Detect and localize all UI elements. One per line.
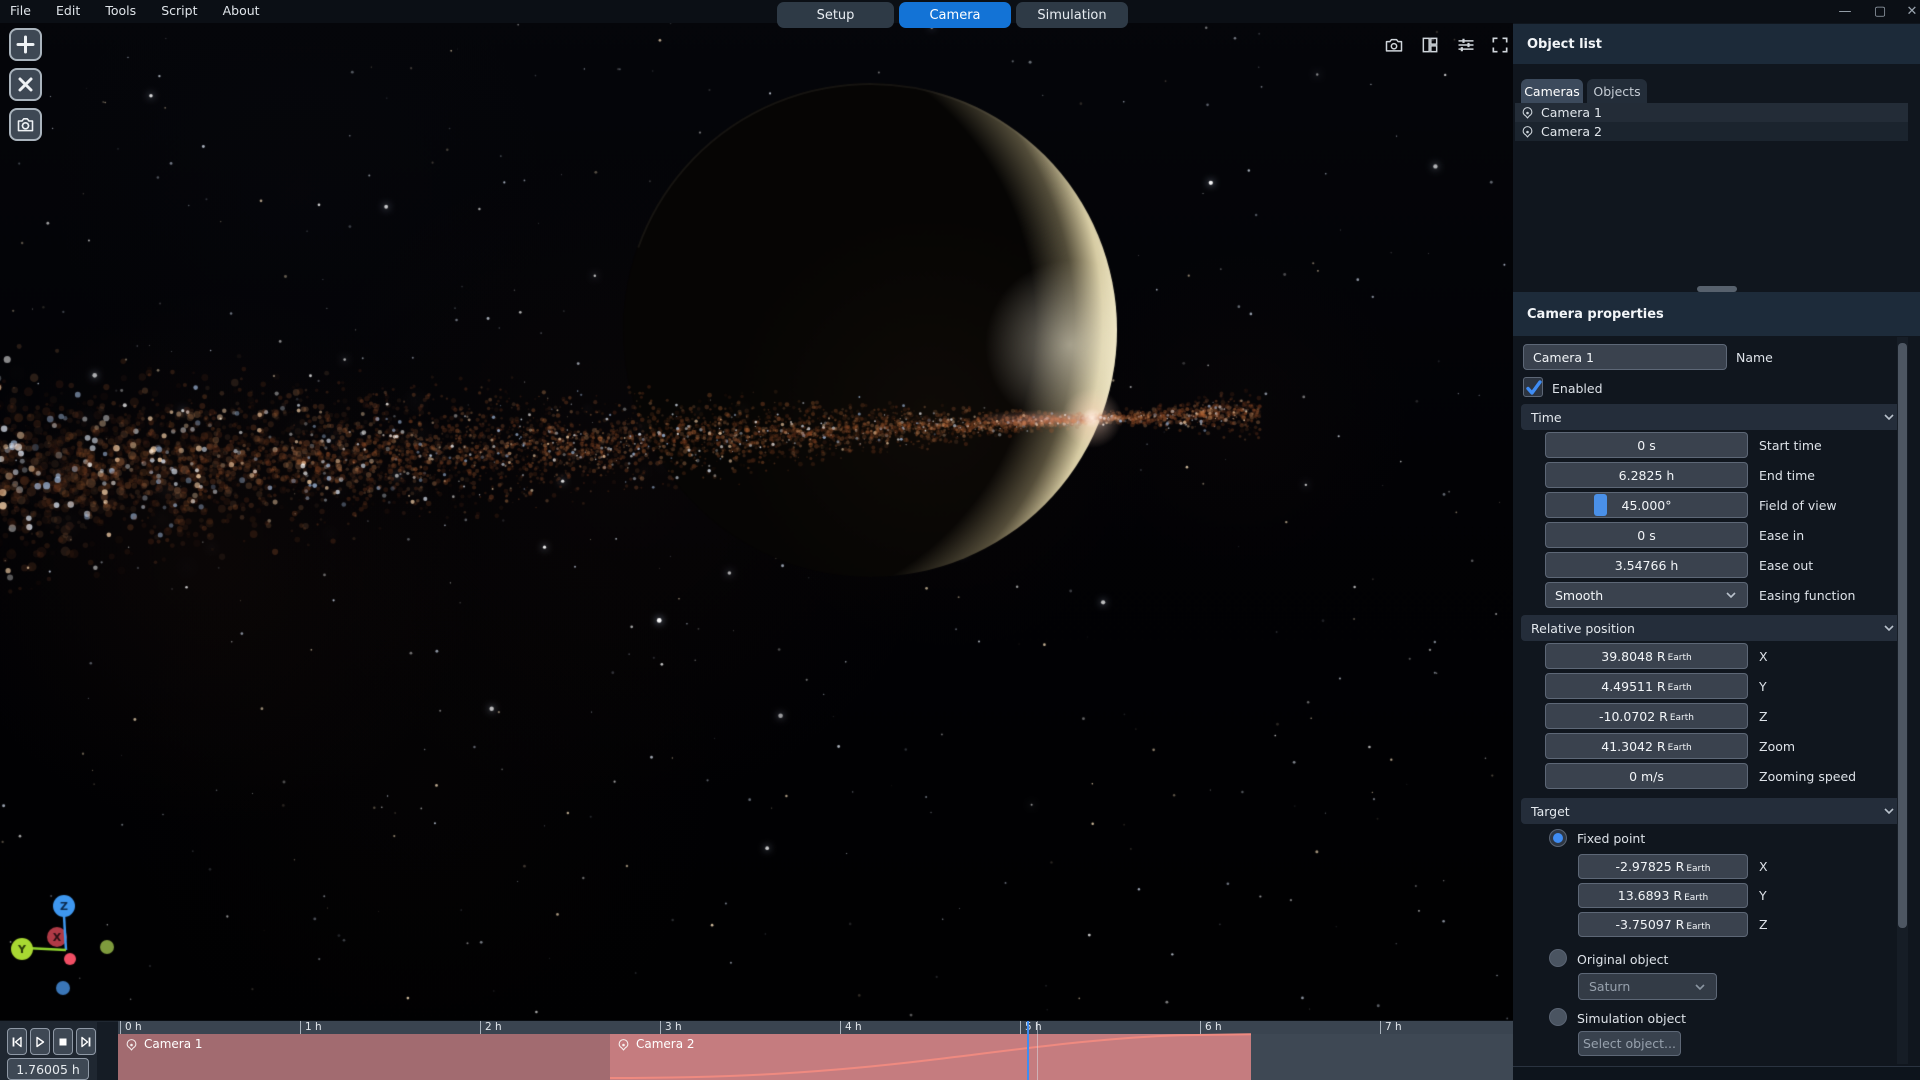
section-relative-position[interactable]: Relative position [1521, 615, 1906, 641]
rel-z-input[interactable]: -10.0702 REarth [1545, 703, 1748, 729]
tab-objects[interactable]: Objects [1587, 79, 1647, 103]
original-object-dropdown[interactable]: Saturn [1578, 973, 1717, 1000]
section-target-label: Target [1531, 804, 1570, 819]
list-item-label: Camera 1 [1541, 105, 1602, 120]
minimize-icon[interactable]: — [1831, 0, 1859, 22]
timeline: 1.76005 h 0 h 1 h 2 h 3 h 4 h 5 h 6 h 7 … [0, 1020, 1513, 1080]
menu-edit[interactable]: Edit [46, 0, 90, 21]
fov-slider-handle[interactable] [1594, 494, 1607, 516]
start-time-label: Start time [1759, 438, 1822, 453]
list-item-camera-1[interactable]: Camera 1 [1515, 103, 1908, 122]
section-target[interactable]: Target [1521, 798, 1906, 824]
ease-in-input[interactable]: 0 s [1545, 522, 1748, 548]
menu-file[interactable]: File [0, 0, 41, 21]
easing-curve [0, 1021, 1513, 1080]
easing-function-label: Easing function [1759, 588, 1855, 603]
target-z-label: Z [1759, 917, 1768, 932]
name-label: Name [1736, 350, 1773, 365]
select-object-button[interactable]: Select object... [1578, 1031, 1681, 1056]
tab-simulation[interactable]: Simulation [1016, 2, 1128, 28]
original-object-radio[interactable] [1549, 949, 1567, 967]
zooming-speed-label: Zooming speed [1759, 769, 1856, 784]
fullscreen-button[interactable] [1489, 34, 1510, 55]
ease-out-input[interactable]: 3.54766 h [1545, 552, 1748, 578]
chevron-down-icon [1882, 410, 1896, 424]
fullscreen-icon [1490, 35, 1510, 55]
rel-z-label: Z [1759, 709, 1768, 724]
camera-icon [1521, 125, 1534, 138]
target-x-label: X [1759, 859, 1768, 874]
name-input[interactable]: Camera 1 [1523, 344, 1727, 370]
rel-y-input[interactable]: 4.49511 REarth [1545, 673, 1748, 699]
target-x-input[interactable]: -2.97825 REarth [1578, 854, 1748, 879]
original-object-label: Original object [1577, 952, 1668, 967]
object-list-header: Object list [1513, 24, 1920, 64]
layout-button[interactable] [1419, 34, 1440, 55]
split-view-icon [1420, 35, 1440, 55]
fov-slider-input[interactable]: 45.000° [1545, 492, 1748, 518]
delete-button[interactable] [9, 68, 42, 101]
camera-properties-header: Camera properties [1513, 292, 1920, 336]
application-window: File Edit Tools Script About — ▢ ✕ Setup… [0, 0, 1920, 1080]
camera-settings-icon [15, 114, 36, 135]
secondary-time-marker[interactable] [1037, 1021, 1038, 1080]
camera-settings-button[interactable] [9, 108, 42, 141]
chevron-down-icon [1882, 621, 1896, 635]
close-icon[interactable]: ✕ [1898, 0, 1920, 22]
zoom-input[interactable]: 41.3042 REarth [1545, 733, 1748, 759]
zoom-label: Zoom [1759, 739, 1795, 754]
zooming-speed-input[interactable]: 0 m/s [1545, 763, 1748, 789]
section-time[interactable]: Time [1521, 404, 1906, 430]
adjustments-button[interactable] [1455, 34, 1476, 55]
fov-label: Field of view [1759, 498, 1837, 513]
enabled-label: Enabled [1552, 381, 1603, 396]
enabled-checkbox[interactable] [1523, 377, 1543, 397]
plus-icon [16, 35, 35, 54]
chevron-down-icon [1882, 804, 1896, 818]
tab-setup[interactable]: Setup [777, 2, 894, 28]
list-item-label: Camera 2 [1541, 124, 1602, 139]
section-relative-position-label: Relative position [1531, 621, 1635, 636]
object-list-title: Object list [1527, 37, 1602, 52]
start-time-input[interactable]: 0 s [1545, 432, 1748, 458]
check-icon [1524, 378, 1544, 398]
screenshot-camera-icon [1384, 35, 1404, 55]
fixed-point-radio[interactable] [1549, 829, 1567, 847]
panel-footer [1513, 1066, 1920, 1080]
adjustments-icon [1456, 35, 1476, 55]
rel-x-input[interactable]: 39.8048 REarth [1545, 643, 1748, 669]
menu-about[interactable]: About [213, 0, 270, 21]
fixed-point-label: Fixed point [1577, 831, 1645, 846]
menu-script[interactable]: Script [151, 0, 207, 21]
simulation-object-radio[interactable] [1549, 1008, 1567, 1026]
ease-in-label: Ease in [1759, 528, 1804, 543]
end-time-label: End time [1759, 468, 1815, 483]
target-y-label: Y [1759, 888, 1767, 903]
chevron-down-icon [1693, 980, 1707, 994]
tab-cameras[interactable]: Cameras [1521, 79, 1583, 103]
section-time-label: Time [1531, 410, 1562, 425]
viewport-3d-canvas[interactable] [0, 23, 1513, 1020]
end-time-input[interactable]: 6.2825 h [1545, 462, 1748, 488]
list-item-camera-2[interactable]: Camera 2 [1515, 122, 1908, 141]
menu-tools[interactable]: Tools [95, 0, 146, 21]
tab-camera[interactable]: Camera [899, 2, 1011, 28]
rel-y-label: Y [1759, 679, 1767, 694]
easing-function-dropdown[interactable]: Smooth [1545, 582, 1748, 608]
playhead[interactable] [1027, 1021, 1029, 1080]
camera-properties-title: Camera properties [1527, 307, 1664, 322]
target-y-input[interactable]: 13.6893 REarth [1578, 883, 1748, 908]
add-button[interactable] [9, 28, 42, 61]
right-panel: Object list Cameras Objects Camera 1 Cam… [1513, 23, 1920, 1080]
camera-icon [1521, 106, 1534, 119]
scrollbar-thumb[interactable] [1898, 343, 1907, 928]
simulation-object-label: Simulation object [1577, 1011, 1686, 1026]
rel-x-label: X [1759, 649, 1768, 664]
screenshot-button[interactable] [1383, 34, 1404, 55]
cross-icon [17, 76, 34, 93]
maximize-icon[interactable]: ▢ [1866, 0, 1894, 22]
ease-out-label: Ease out [1759, 558, 1813, 573]
target-z-input[interactable]: -3.75097 REarth [1578, 912, 1748, 937]
chevron-down-icon [1724, 588, 1738, 602]
